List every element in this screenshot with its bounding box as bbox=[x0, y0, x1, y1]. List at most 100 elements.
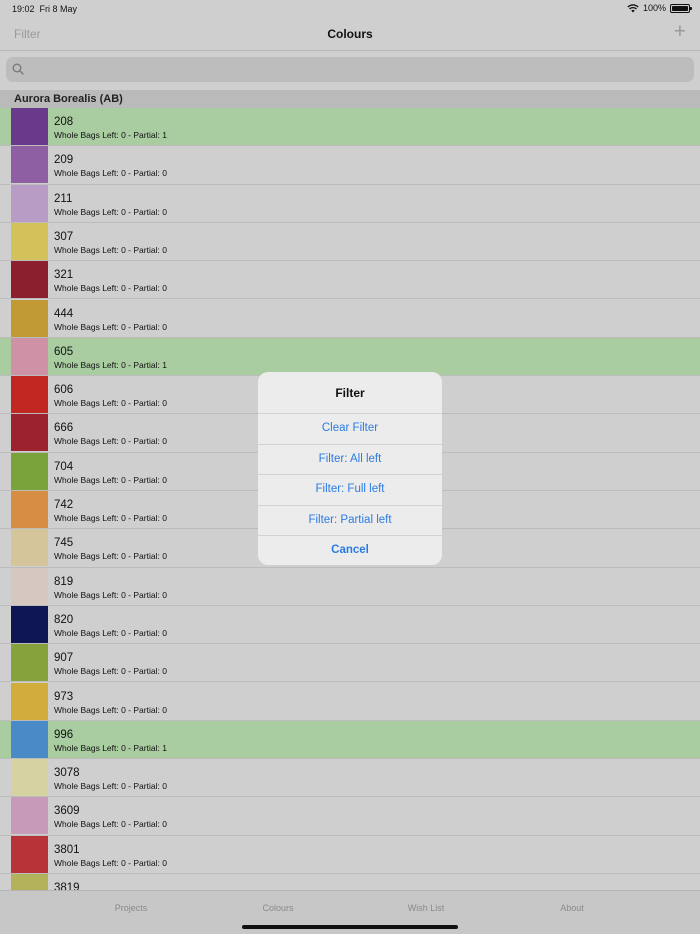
filter-full-left-button[interactable]: Filter: Full left bbox=[258, 474, 442, 505]
battery-level bbox=[672, 5, 688, 11]
colour-code: 3078 bbox=[54, 767, 80, 780]
colour-code: 745 bbox=[54, 537, 74, 550]
colour-swatch bbox=[11, 874, 48, 890]
list-item[interactable]: 907 Whole Bags Left: 0 - Partial: 0 bbox=[0, 644, 700, 683]
bags-info: Whole Bags Left: 0 - Partial: 0 bbox=[54, 513, 167, 523]
colour-swatch bbox=[11, 759, 48, 797]
list-item[interactable]: 208 Whole Bags Left: 0 - Partial: 1 bbox=[0, 108, 700, 147]
bags-info: Whole Bags Left: 0 - Partial: 0 bbox=[54, 206, 167, 217]
section-header: Aurora Borealis (AB) bbox=[0, 90, 700, 108]
colour-swatch bbox=[11, 261, 48, 299]
colour-code: 605 bbox=[54, 345, 74, 358]
colour-code: 996 bbox=[54, 728, 74, 741]
add-button[interactable]: + bbox=[674, 21, 686, 42]
colour-swatch bbox=[11, 644, 48, 682]
colour-code: 321 bbox=[54, 269, 74, 282]
list-item[interactable]: 605 Whole Bags Left: 0 - Partial: 1 bbox=[0, 337, 700, 377]
bags-info: Whole Bags Left: 0 - Partial: 0 bbox=[54, 819, 167, 830]
status-time: 19:02 Fri 8 May bbox=[12, 4, 77, 14]
list-item[interactable]: 820 Whole Bags Left: 0 - Partial: 0 bbox=[0, 605, 700, 645]
colour-code: 742 bbox=[54, 499, 74, 511]
colour-code: 208 bbox=[54, 116, 74, 128]
battery-icon bbox=[670, 3, 692, 13]
colour-code: 666 bbox=[54, 422, 74, 435]
colour-code: 973 bbox=[54, 690, 74, 703]
list-item[interactable]: 3801 Whole Bags Left: 0 - Partial: 0 bbox=[0, 835, 700, 874]
filter-all-left-button[interactable]: Filter: All left bbox=[258, 443, 442, 475]
tab-about[interactable]: About bbox=[512, 903, 632, 913]
colour-code: 907 bbox=[54, 652, 74, 665]
colour-swatch bbox=[11, 184, 48, 222]
colour-swatch bbox=[11, 720, 48, 758]
list-item[interactable]: 973 Whole Bags Left: 0 - Partial: 0 bbox=[0, 682, 700, 721]
list-item[interactable]: 3819 bbox=[0, 874, 700, 890]
navigation-bar: Filter Colours + bbox=[0, 18, 700, 51]
colour-swatch bbox=[11, 835, 48, 873]
colour-code: 819 bbox=[54, 575, 74, 588]
bags-info: Whole Bags Left: 0 - Partial: 0 bbox=[54, 168, 167, 179]
tab-colours[interactable]: Colours bbox=[218, 903, 338, 913]
filter-partial-left-button[interactable]: Filter: Partial left bbox=[258, 504, 442, 536]
colour-code: 3819 bbox=[54, 882, 80, 890]
colour-swatch bbox=[11, 797, 48, 835]
colour-swatch bbox=[11, 299, 48, 337]
bags-info: Whole Bags Left: 0 - Partial: 1 bbox=[54, 359, 167, 370]
bags-info: Whole Bags Left: 0 - Partial: 1 bbox=[54, 130, 167, 140]
bags-info: Whole Bags Left: 0 - Partial: 0 bbox=[54, 321, 167, 332]
bags-info: Whole Bags Left: 0 - Partial: 0 bbox=[54, 244, 167, 255]
search-input[interactable] bbox=[6, 57, 694, 82]
bags-info: Whole Bags Left: 0 - Partial: 0 bbox=[54, 551, 167, 562]
list-item[interactable]: 321 Whole Bags Left: 0 - Partial: 0 bbox=[0, 261, 700, 300]
colour-swatch bbox=[11, 491, 48, 528]
colour-swatch bbox=[11, 222, 48, 260]
colour-swatch bbox=[11, 529, 48, 567]
clear-filter-button[interactable]: Clear Filter bbox=[258, 413, 442, 444]
list-item[interactable]: 3078 Whole Bags Left: 0 - Partial: 0 bbox=[0, 759, 700, 798]
status-date-text: Fri 8 May bbox=[39, 4, 78, 14]
colour-code: 444 bbox=[54, 307, 74, 320]
bags-info: Whole Bags Left: 0 - Partial: 0 bbox=[54, 474, 167, 485]
bags-info: Whole Bags Left: 0 - Partial: 0 bbox=[54, 704, 167, 715]
colour-code: 704 bbox=[54, 460, 74, 473]
colour-swatch bbox=[11, 414, 48, 452]
alert-title: Filter bbox=[335, 386, 365, 400]
list-item[interactable]: 211 Whole Bags Left: 0 - Partial: 0 bbox=[0, 184, 700, 223]
bags-info: Whole Bags Left: 0 - Partial: 0 bbox=[54, 781, 167, 792]
list-item[interactable]: 307 Whole Bags Left: 0 - Partial: 0 bbox=[0, 222, 700, 262]
colour-code: 3801 bbox=[54, 843, 80, 856]
wifi-icon bbox=[627, 3, 639, 12]
colour-swatch bbox=[11, 682, 48, 720]
bags-info: Whole Bags Left: 0 - Partial: 0 bbox=[54, 436, 167, 447]
list-item[interactable]: 444 Whole Bags Left: 0 - Partial: 0 bbox=[0, 299, 700, 338]
list-item[interactable]: 3609 Whole Bags Left: 0 - Partial: 0 bbox=[0, 797, 700, 836]
colour-swatch bbox=[11, 567, 48, 605]
bags-info: Whole Bags Left: 0 - Partial: 0 bbox=[54, 589, 167, 600]
colour-code: 820 bbox=[54, 613, 74, 626]
bags-info: Whole Bags Left: 0 - Partial: 0 bbox=[54, 666, 167, 677]
colour-swatch bbox=[11, 146, 48, 184]
colour-code: 3609 bbox=[54, 805, 80, 818]
tab-bar: Projects Colours Wish List About bbox=[0, 890, 700, 934]
colour-swatch bbox=[11, 376, 48, 414]
tab-projects[interactable]: Projects bbox=[71, 903, 191, 913]
colour-code: 606 bbox=[54, 384, 74, 397]
list-item[interactable]: 996 Whole Bags Left: 0 - Partial: 1 bbox=[0, 720, 700, 760]
cancel-button[interactable]: Cancel bbox=[258, 535, 442, 565]
bags-info: Whole Bags Left: 0 - Partial: 1 bbox=[54, 742, 167, 753]
tab-wish-list[interactable]: Wish List bbox=[366, 903, 486, 913]
status-bar: 19:02 Fri 8 May 100% bbox=[0, 0, 700, 18]
home-indicator bbox=[242, 925, 458, 929]
colour-code: 209 bbox=[54, 154, 74, 167]
bags-info: Whole Bags Left: 0 - Partial: 0 bbox=[54, 857, 167, 868]
bags-info: Whole Bags Left: 0 - Partial: 0 bbox=[54, 627, 167, 638]
list-item[interactable]: 819 Whole Bags Left: 0 - Partial: 0 bbox=[0, 567, 700, 606]
filter-alert: Filter Clear Filter Filter: All left Fil… bbox=[258, 372, 442, 565]
colour-code: 307 bbox=[54, 230, 74, 243]
colour-code: 211 bbox=[54, 192, 73, 205]
search-icon bbox=[12, 63, 24, 75]
list-item[interactable]: 209 Whole Bags Left: 0 - Partial: 0 bbox=[0, 146, 700, 185]
status-indicators: 100% bbox=[627, 3, 692, 13]
bags-info: Whole Bags Left: 0 - Partial: 0 bbox=[54, 283, 167, 294]
battery-percent: 100% bbox=[642, 3, 666, 13]
page-title: Colours bbox=[327, 27, 373, 41]
